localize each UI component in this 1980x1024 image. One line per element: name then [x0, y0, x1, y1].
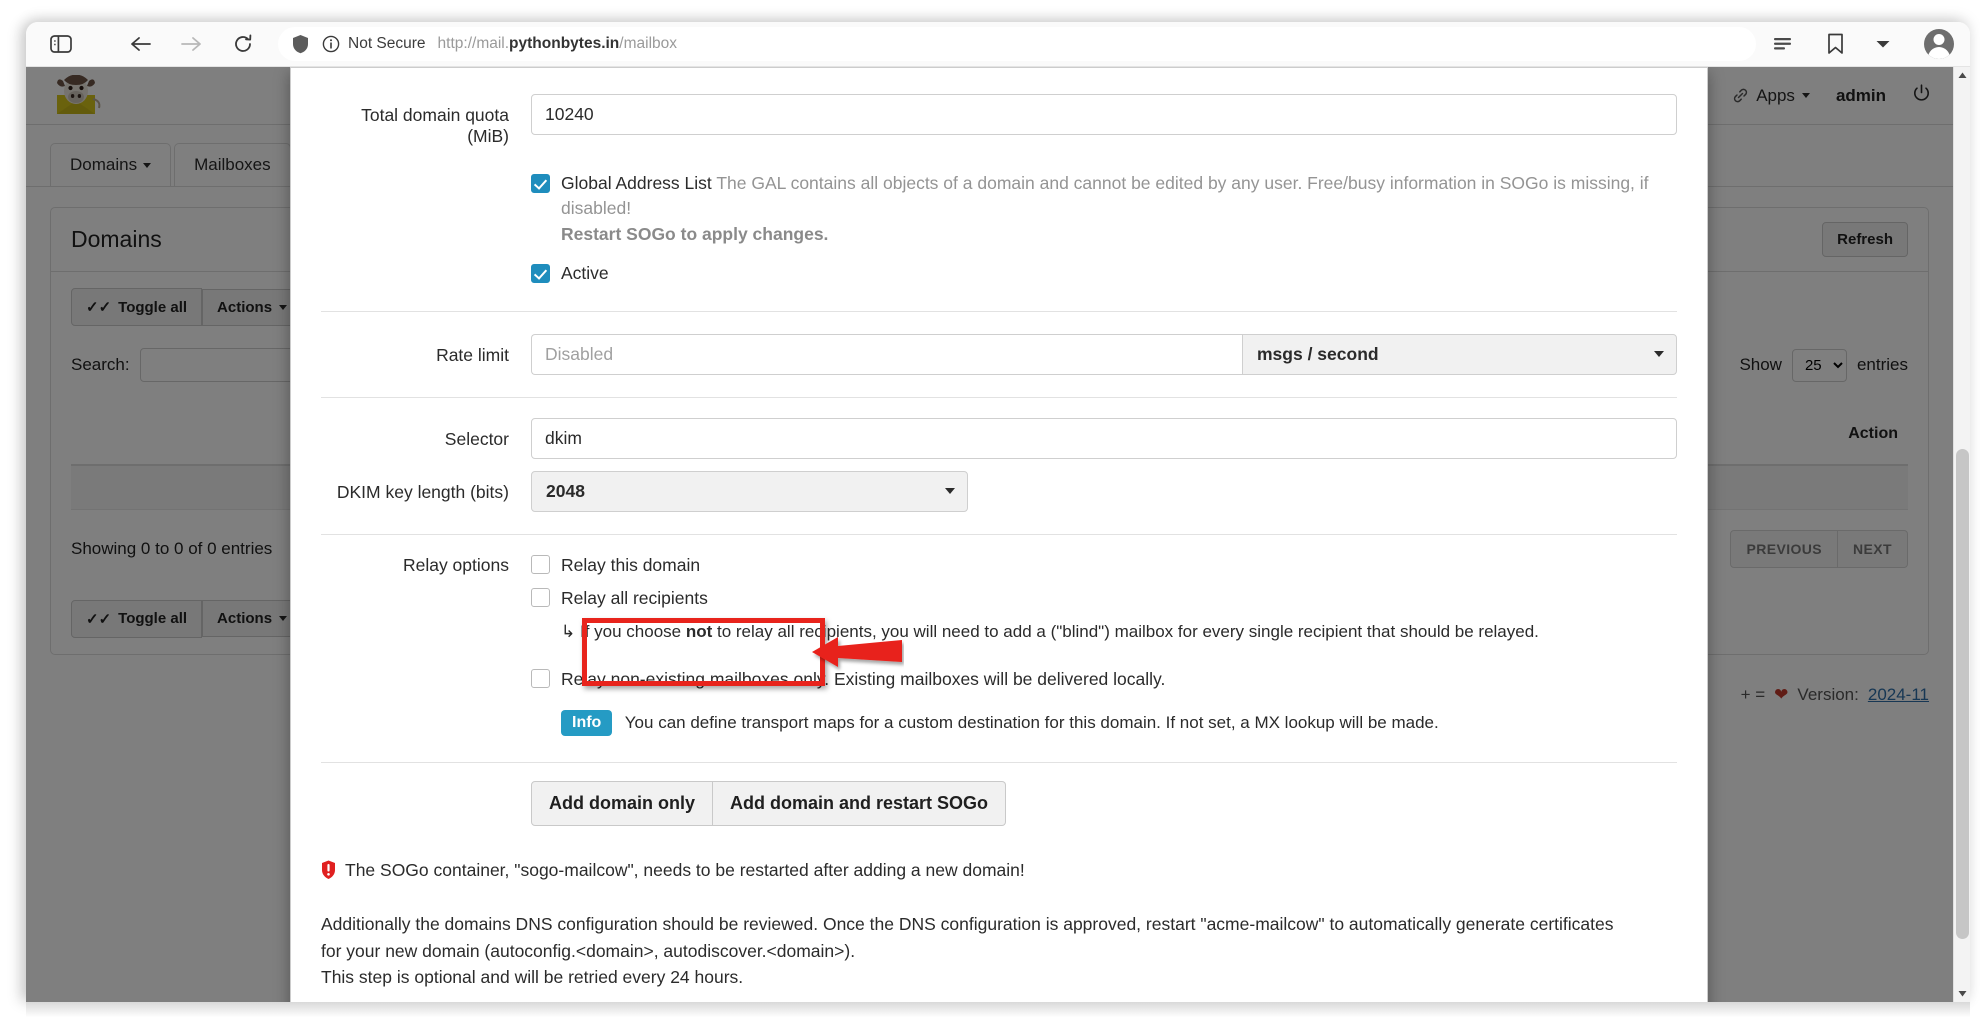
page-viewport: Apps admin Domains [26, 67, 1970, 1002]
quota-input[interactable] [531, 94, 1677, 135]
dkim-key-length-row: DKIM key length (bits) 2048 [321, 471, 1677, 512]
avatar-body [1928, 47, 1950, 59]
relay-options-label: Relay options [321, 553, 531, 576]
active-label: Active [561, 261, 609, 286]
add-domain-only-button[interactable]: Add domain only [531, 781, 713, 826]
url-domain: pythonbytes.in [509, 35, 619, 52]
selector-row: Selector [321, 418, 1677, 459]
relay-note-prefix: If you choose [580, 622, 686, 641]
dns-note: Additionally the domains DNS configurati… [321, 911, 1677, 990]
security-status-label: Not Secure [348, 35, 426, 53]
rate-limit-label: Rate limit [321, 334, 531, 366]
dkim-key-length-select[interactable]: 2048 [531, 471, 968, 512]
reader-view-icon[interactable] [1764, 27, 1802, 61]
page-scrollbar[interactable] [1953, 67, 1970, 1002]
relay-all-recipients-checkbox[interactable] [531, 588, 550, 607]
dkim-key-length-value: 2048 [531, 471, 968, 512]
dns-note-line1: Additionally the domains DNS configurati… [321, 914, 1614, 934]
relay-all-recipients-line[interactable]: Relay all recipients [531, 586, 1677, 611]
info-badge: Info [561, 710, 612, 736]
relay-all-recipients-label: Relay all recipients [561, 586, 708, 611]
scrollbar-thumb[interactable] [1956, 449, 1969, 939]
divider [321, 397, 1677, 398]
gal-control: Global Address List The GAL contains all… [531, 171, 1677, 287]
relay-options-row: Relay options Relay this domain Relay al… [321, 553, 1677, 737]
divider [321, 311, 1677, 312]
chevron-down-icon [945, 488, 955, 494]
url-scheme: http://mail. [438, 35, 510, 52]
gal-label: Global Address List [561, 173, 712, 193]
relay-info-text: You can define transport maps for a cust… [625, 713, 1439, 732]
red-alert-icon [321, 860, 336, 885]
chevron-down-icon[interactable] [1864, 27, 1902, 61]
relay-this-domain-label: Relay this domain [561, 553, 700, 578]
address-bar[interactable]: Not Secure http://mail.pythonbytes.in/ma… [278, 27, 1756, 61]
relay-note-arrow: ↳ [561, 622, 575, 641]
url-path: /mailbox [619, 35, 677, 52]
relay-non-existing-checkbox[interactable] [531, 669, 550, 688]
rate-limit-input[interactable] [531, 334, 1242, 375]
relay-this-domain-checkbox[interactable] [531, 555, 550, 574]
info-circle-icon[interactable] [322, 35, 340, 53]
rate-limit-unit-select[interactable]: msgs / second [1242, 334, 1677, 375]
profile-avatar-icon[interactable] [1924, 29, 1954, 59]
rate-limit-unit-value: msgs / second [1242, 334, 1677, 375]
divider [321, 762, 1677, 763]
relay-note-bold: not [686, 622, 712, 641]
add-domain-and-restart-sogo-button[interactable]: Add domain and restart SOGo [713, 781, 1006, 826]
relay-info-line: Info You can define transport maps for a… [531, 710, 1677, 736]
modal-actions-row: Add domain onlyAdd domain and restart SO… [321, 781, 1677, 826]
gal-checkbox-line[interactable]: Global Address List The GAL contains all… [531, 171, 1677, 247]
gal-row: Global Address List The GAL contains all… [321, 171, 1677, 287]
gal-checkbox[interactable] [531, 174, 550, 193]
bookmark-icon[interactable] [1816, 27, 1854, 61]
active-checkbox[interactable] [531, 264, 550, 283]
active-checkbox-line[interactable]: Active [531, 261, 1677, 286]
divider [321, 534, 1677, 535]
toolbar-right-actions [1756, 27, 1954, 61]
gal-text: Global Address List The GAL contains all… [561, 171, 1677, 247]
selector-label: Selector [321, 418, 531, 450]
sogo-restart-warning: The SOGo container, "sogo-mailcow", need… [321, 857, 1677, 885]
chevron-down-icon [1654, 351, 1664, 357]
relay-this-domain-line[interactable]: Relay this domain [531, 553, 1677, 578]
gal-description: The GAL contains all objects of a domain… [561, 173, 1649, 218]
quota-label: Total domain quota (MiB) [321, 94, 531, 147]
sogo-restart-warning-text: The SOGo container, "sogo-mailcow", need… [345, 857, 1025, 883]
browser-toolbar: Not Secure http://mail.pythonbytes.in/ma… [26, 22, 1970, 67]
modal-actions: Add domain onlyAdd domain and restart SO… [531, 781, 1677, 826]
dkim-key-length-label: DKIM key length (bits) [321, 471, 531, 503]
add-domain-modal: Total domain quota (MiB) Global Address … [290, 67, 1708, 1002]
relay-non-existing-line[interactable]: Relay non-existing mailboxes only. Exist… [531, 667, 1677, 692]
scroll-down-arrow-icon[interactable] [1954, 985, 1970, 1002]
scroll-up-arrow-icon[interactable] [1954, 67, 1970, 84]
reload-icon[interactable] [224, 27, 262, 61]
relay-note-suffix: to relay all recipients, you will need t… [712, 622, 1539, 641]
back-arrow-icon[interactable] [122, 27, 160, 61]
quota-row: Total domain quota (MiB) [321, 68, 1677, 147]
window-bottom-edge [26, 1002, 1970, 1024]
relay-options-control: Relay this domain Relay all recipients ↳… [531, 553, 1677, 737]
relay-non-existing-label: Relay non-existing mailboxes only. Exist… [561, 667, 1165, 692]
dns-note-line3: This step is optional and will be retrie… [321, 967, 743, 987]
selector-control [531, 418, 1677, 459]
rate-limit-control: msgs / second [531, 334, 1677, 375]
avatar-head [1934, 34, 1945, 45]
selector-input[interactable] [531, 418, 1677, 459]
sidebar-toggle-icon[interactable] [42, 27, 80, 61]
relay-note: ↳ If you choose not to relay all recipie… [531, 620, 1677, 645]
modal-body: Total domain quota (MiB) Global Address … [291, 68, 1707, 990]
dns-note-line2: for your new domain (autoconfig.<domain>… [321, 941, 855, 961]
url-text: http://mail.pythonbytes.in/mailbox [438, 35, 677, 53]
rate-limit-row: Rate limit msgs / second [321, 334, 1677, 375]
shield-icon [292, 34, 309, 54]
forward-arrow-icon[interactable] [172, 27, 210, 61]
quota-control [531, 94, 1677, 135]
browser-window: Not Secure http://mail.pythonbytes.in/ma… [26, 22, 1970, 1002]
gal-restart-note: Restart SOGo to apply changes. [561, 224, 828, 244]
